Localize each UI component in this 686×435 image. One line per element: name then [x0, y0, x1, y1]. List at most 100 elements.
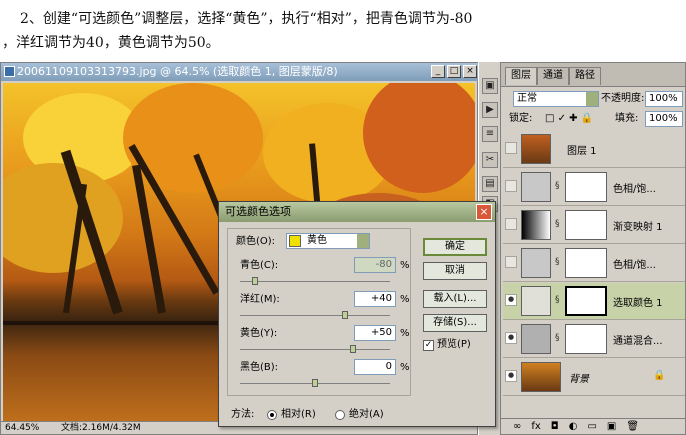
tab-layers[interactable]: 图层: [505, 67, 537, 85]
layer-mask-thumbnail: [565, 248, 607, 278]
layer-mask-thumbnail: [565, 210, 607, 240]
colors-group: 颜色(O): 黄色 青色(C): -80 % 洋红(M): +40 % 黄色(Y…: [227, 228, 411, 396]
yellow-slider-track[interactable]: [240, 349, 390, 350]
cyan-input[interactable]: -80: [354, 257, 396, 273]
new-layer-icon[interactable]: ▣: [607, 421, 616, 432]
layer-row[interactable]: § 渐变映射 1: [503, 207, 685, 244]
layer-row[interactable]: 背景 🔒: [503, 359, 685, 396]
relative-radio[interactable]: [267, 410, 277, 420]
layer-row[interactable]: § 色相/饱...: [503, 169, 685, 206]
magenta-input[interactable]: +40: [354, 291, 396, 307]
absolute-label: 绝对(A): [349, 409, 384, 420]
blend-mode-select[interactable]: 正常: [513, 91, 599, 107]
fx-icon[interactable]: fx: [531, 421, 540, 432]
layer-row[interactable]: § 通道混合...: [503, 321, 685, 358]
chain-icon[interactable]: §: [555, 257, 560, 267]
magenta-label: 洋红(M):: [240, 294, 280, 305]
magenta-slider-track[interactable]: [240, 315, 390, 316]
document-title-bar[interactable]: 20061109103313793.jpg @ 64.5% (选取颜色 1, 图…: [1, 63, 479, 81]
colors-label: 颜色(O):: [236, 236, 276, 247]
chain-icon[interactable]: §: [555, 295, 560, 305]
visibility-toggle[interactable]: [505, 180, 517, 192]
yellow-input[interactable]: +50: [354, 325, 396, 341]
percent-sign: %: [400, 362, 410, 373]
doc-size: 文档:2.16M/4.32M: [61, 423, 141, 433]
lock-icon: 🔒: [653, 370, 666, 381]
document-title: 20061109103313793.jpg @ 64.5% (选取颜色 1, 图…: [17, 65, 338, 78]
layer-name: 色相/饱...: [613, 260, 656, 271]
visibility-toggle[interactable]: [505, 218, 517, 230]
layer-name: 选取颜色 1: [613, 298, 663, 309]
layers-icon[interactable]: ≡: [482, 126, 498, 142]
group-icon[interactable]: ▭: [587, 421, 596, 432]
close-button[interactable]: ×: [463, 65, 477, 78]
chain-icon[interactable]: §: [555, 219, 560, 229]
tools-icon[interactable]: ✂: [482, 152, 498, 168]
tab-paths[interactable]: 路径: [569, 67, 601, 85]
preview-label: 预览(P): [437, 339, 471, 350]
colors-select[interactable]: 黄色: [286, 233, 370, 249]
layer-name: 图层 1: [567, 146, 597, 157]
chevron-down-icon: [586, 92, 598, 106]
selective-color-dialog: 可选颜色选项 × 颜色(O): 黄色 青色(C): -80 % 洋红(M): +…: [218, 201, 496, 427]
dialog-title-bar[interactable]: 可选颜色选项 ×: [219, 202, 495, 222]
percent-sign: %: [400, 260, 410, 271]
close-icon[interactable]: ×: [476, 204, 492, 220]
visibility-toggle[interactable]: [505, 142, 517, 154]
colors-value: 黄色: [307, 235, 327, 246]
minimize-button[interactable]: _: [431, 65, 445, 78]
magenta-slider-thumb[interactable]: [342, 311, 348, 319]
selective-color-icon: [521, 286, 551, 316]
gradient-map-icon: [521, 210, 551, 240]
fill-label: 填充:: [615, 113, 639, 124]
instruction-text: 2、创建“可选颜色”调整层，选择“黄色”，执行“相对”，把青色调节为-80 ，洋…: [0, 0, 686, 62]
black-slider-thumb[interactable]: [312, 379, 318, 387]
layer-mask-thumbnail: [565, 286, 607, 316]
cancel-button[interactable]: 取消: [423, 262, 487, 280]
lock-icons[interactable]: □ ✓ ✚ 🔒: [545, 111, 593, 127]
adjustment-icon: [521, 172, 551, 202]
maximize-button[interactable]: □: [447, 65, 461, 78]
eye-icon[interactable]: [505, 332, 517, 344]
chain-icon[interactable]: §: [555, 333, 560, 343]
cyan-slider-thumb[interactable]: [252, 277, 258, 285]
cyan-slider-track[interactable]: [240, 281, 390, 282]
yellow-slider-thumb[interactable]: [349, 345, 356, 353]
visibility-toggle[interactable]: [505, 256, 517, 268]
layer-row[interactable]: 图层 1: [503, 131, 685, 168]
mask-icon[interactable]: ◘: [551, 421, 559, 432]
play-icon[interactable]: ▶: [482, 102, 498, 118]
opacity-input[interactable]: 100%: [645, 91, 683, 107]
layer-name: 通道混合...: [613, 336, 663, 347]
layer-name: 色相/饱...: [613, 184, 656, 195]
layer-row-active[interactable]: § 选取颜色 1: [503, 283, 685, 320]
background-thumbnail: [521, 362, 561, 392]
black-input[interactable]: 0: [354, 359, 396, 375]
instruction-line-1: 2、创建“可选颜色”调整层，选择“黄色”，执行“相对”，把青色调节为-80: [20, 11, 473, 27]
layers-tabs: 图层 通道 路径: [501, 63, 685, 87]
trash-icon[interactable]: 🗑: [626, 421, 639, 432]
layers-footer: ∞ fx ◘ ◐ ▭ ▣ 🗑: [501, 418, 685, 434]
eye-icon[interactable]: [505, 370, 517, 382]
black-label: 黑色(B):: [240, 362, 279, 373]
tab-channels[interactable]: 通道: [537, 67, 569, 85]
navigator-icon[interactable]: ▣: [482, 78, 498, 94]
layer-name: 背景: [569, 374, 589, 385]
eye-icon[interactable]: [505, 294, 517, 306]
stack-icon[interactable]: ▤: [482, 176, 498, 192]
chain-icon[interactable]: §: [555, 181, 560, 191]
blend-mode-value: 正常: [517, 93, 537, 104]
ok-button[interactable]: 确定: [423, 238, 487, 256]
adjustment-layer-icon[interactable]: ◐: [569, 421, 578, 432]
save-button[interactable]: 存储(S)...: [423, 314, 487, 332]
preview-checkbox[interactable]: ✓: [423, 340, 434, 351]
yellow-swatch: [289, 235, 301, 247]
method-label: 方法:: [231, 409, 255, 420]
absolute-radio[interactable]: [335, 410, 345, 420]
load-button[interactable]: 载入(L)...: [423, 290, 487, 308]
fill-input[interactable]: 100%: [645, 111, 683, 127]
layer-row[interactable]: § 色相/饱...: [503, 245, 685, 282]
zoom-level[interactable]: 64.45%: [5, 423, 39, 433]
layer-mask-thumbnail: [565, 172, 607, 202]
link-icon[interactable]: ∞: [513, 421, 521, 432]
